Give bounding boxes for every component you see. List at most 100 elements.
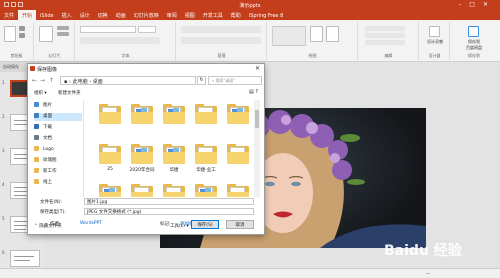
nav-item[interactable]: 文档 <box>34 135 82 143</box>
folder-item[interactable] <box>224 104 252 142</box>
new-folder-button[interactable]: 新建文件夹 <box>58 90 81 96</box>
nav-item[interactable]: 下载 <box>34 124 82 132</box>
nav-item[interactable]: 图片 <box>34 102 82 110</box>
search-box[interactable]: ⌕ 搜索"桌面" <box>208 76 262 85</box>
folder-icon <box>131 184 153 197</box>
find-button[interactable] <box>365 26 405 31</box>
reset-icon[interactable] <box>57 32 69 36</box>
pictures-icon <box>34 102 39 107</box>
ribbon-tab[interactable]: 视图 <box>181 10 199 20</box>
folder-item[interactable]: 华捷 <box>160 144 188 182</box>
nav-item-label: 桌面 <box>43 114 52 119</box>
slide-number: 6 <box>2 250 5 255</box>
shapes-gallery[interactable] <box>272 26 306 46</box>
folder-icon <box>163 184 185 197</box>
ribbon-tab[interactable]: 设计 <box>76 10 94 20</box>
folder-item[interactable] <box>96 104 124 142</box>
folder-item[interactable] <box>128 104 156 142</box>
folder-item[interactable] <box>224 184 252 197</box>
ribbon-tab[interactable]: 幻灯片放映 <box>130 10 163 20</box>
ribbon-group-font: 字体 <box>76 22 176 60</box>
ribbon: 剪贴板 幻灯片 字体 段落 绘图 编辑 设计灵感 设计器 保存到 百度网盘 保存… <box>0 20 500 62</box>
folder-item[interactable] <box>192 184 220 197</box>
slide-thumbnail[interactable] <box>10 250 40 267</box>
powerpoint-window: 演示pptx –□✕ 文件 开始 iSlide 插入 设计 切换 动画 幻灯片放映 审阅 视图 开发… <box>0 0 500 278</box>
close-icon[interactable]: ✕ <box>255 65 260 72</box>
nav-item-label: 下载 <box>43 125 52 130</box>
nav-item[interactable]: 新工作 <box>34 168 82 176</box>
window-controls[interactable]: –□✕ <box>458 1 496 8</box>
ribbon-tabs: 文件 开始 iSlide 插入 设计 切换 动画 幻灯片放映 审阅 视图 开发工具 帮助 iSpring… <box>0 10 500 20</box>
desktop-icon <box>34 113 39 118</box>
ribbon-tab[interactable]: 动画 <box>112 10 130 20</box>
folder-icon <box>99 144 121 164</box>
ribbon-tab[interactable]: 切换 <box>94 10 112 20</box>
ribbon-tab[interactable]: 文件 <box>0 10 18 20</box>
folder-item[interactable]: 25 <box>96 144 124 182</box>
align-buttons[interactable] <box>181 37 261 44</box>
ribbon-tab[interactable]: 插入 <box>58 10 76 20</box>
layout-icon[interactable] <box>57 26 69 30</box>
replace-button[interactable] <box>365 33 405 38</box>
ribbon-tab[interactable]: 帮助 <box>227 10 245 20</box>
group-label: 编辑 <box>384 53 393 58</box>
slide-number: 4 <box>2 182 5 187</box>
breadcrumb-item[interactable]: 此电脑 <box>73 79 88 85</box>
zoom-readout: — <box>426 271 430 276</box>
save-button[interactable]: 保存(S) <box>191 220 219 229</box>
filename-input[interactable]: 图片1.jpg <box>84 198 254 205</box>
dialog-title: 保存图像 <box>37 67 58 73</box>
nav-item[interactable]: 玫瑰图 <box>34 157 82 165</box>
folder-item[interactable] <box>128 184 156 197</box>
back-arrow-icon[interactable]: ← <box>32 77 37 84</box>
baidu-netdisk-icon[interactable] <box>468 26 479 37</box>
ribbon-group-save-to: 保存到 百度网盘 保存到 <box>451 22 497 60</box>
folder-item[interactable] <box>224 144 252 182</box>
select-button[interactable] <box>365 40 405 45</box>
organize-button[interactable]: 组织 ▾ <box>34 90 47 96</box>
scrollbar-thumb[interactable] <box>255 110 259 128</box>
dialog-title-bar: 保存图像 ✕ <box>28 64 264 74</box>
ribbon-tab[interactable]: 开发工具 <box>199 10 227 20</box>
refresh-icon[interactable]: ↻ <box>197 76 206 85</box>
nav-item[interactable]: 桌面 <box>34 113 82 121</box>
hide-folders-button[interactable]: ⌃ 隐藏文件夹 <box>34 223 62 229</box>
ribbon-tab[interactable]: 开始 <box>18 10 37 20</box>
copy-icon[interactable] <box>19 33 25 38</box>
nav-item[interactable]: 线上 <box>34 179 82 187</box>
folder-icon <box>227 144 249 164</box>
title-bar: 演示pptx –□✕ <box>0 0 500 10</box>
folder-item[interactable] <box>192 104 220 142</box>
folder-item[interactable] <box>96 184 124 197</box>
font-format-buttons[interactable] <box>80 37 160 44</box>
folder-item[interactable] <box>160 104 188 142</box>
paste-button[interactable] <box>4 26 16 42</box>
font-name-select[interactable] <box>80 26 136 33</box>
folder-item[interactable] <box>160 184 188 197</box>
folder-item[interactable]: 2020年合同 <box>128 144 156 182</box>
new-slide-button[interactable] <box>39 26 53 42</box>
folder-icon <box>131 144 153 164</box>
nav-item[interactable]: Logo <box>34 146 82 154</box>
quick-styles-button[interactable] <box>326 26 339 42</box>
list-buttons[interactable] <box>181 26 261 33</box>
font-size-select[interactable] <box>138 26 156 33</box>
folder-item[interactable]: 华捷-业工 <box>192 144 220 182</box>
breadcrumb-item[interactable]: 桌面 <box>93 79 103 85</box>
arrange-button[interactable] <box>310 26 323 42</box>
search-placeholder: 搜索"桌面" <box>215 78 236 83</box>
cancel-button[interactable]: 取消 <box>226 220 254 229</box>
view-options-icon[interactable]: ▤ ? <box>240 89 258 96</box>
group-label: 幻灯片 <box>48 53 61 58</box>
address-bar[interactable]: ▪ › 此电脑 › 桌面 <box>60 76 196 85</box>
autosave-label: 自动保存 <box>3 64 19 69</box>
ribbon-group-drawing: 绘图 <box>268 22 358 60</box>
cut-icon[interactable] <box>19 26 25 31</box>
file-grid-scrollbar[interactable] <box>254 100 260 197</box>
forward-arrow-icon[interactable]: → <box>40 77 45 84</box>
ribbon-group-paragraph: 段落 <box>177 22 267 60</box>
tools-button[interactable]: 工具(L) ▾ <box>170 223 189 229</box>
ribbon-tab[interactable]: 审阅 <box>163 10 181 20</box>
up-arrow-icon[interactable]: ↑ <box>49 77 54 84</box>
design-ideas-icon[interactable] <box>429 26 440 37</box>
